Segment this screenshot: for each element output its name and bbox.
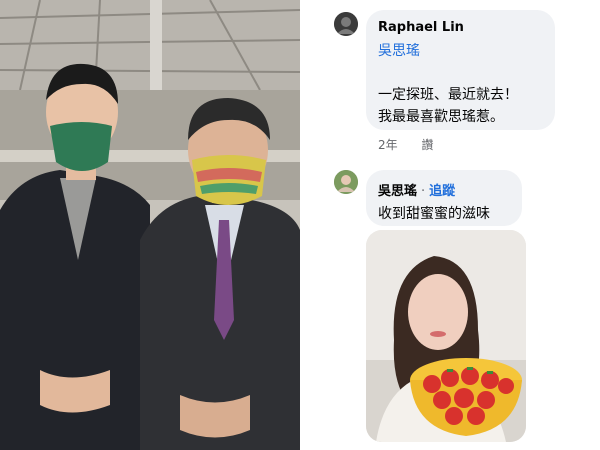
mention-tag[interactable]: 吳思瑤 — [378, 40, 420, 60]
comment-author[interactable]: Raphael Lin — [378, 20, 464, 35]
reply-author-avatar[interactable] — [334, 170, 358, 194]
raphael-lin-avatar[interactable] — [334, 12, 358, 36]
separator-dot: · — [421, 184, 426, 199]
reply-photo[interactable] — [366, 230, 526, 442]
comment-text-line1: 一定探班、最近就去！ — [378, 87, 518, 103]
reply-author[interactable]: 吳思瑤 — [378, 184, 417, 199]
comment-thread: Raphael Lin 吳思瑤 一定探班、最近就去！ 我最最喜歡思瑤惹。 2年 … — [300, 0, 600, 450]
reply-text: 收到甜蜜蜜的滋味 — [378, 206, 490, 222]
like-link[interactable]: 讚 — [421, 138, 433, 152]
follow-link[interactable]: 追蹤 — [429, 184, 455, 199]
comment-meta: 2年 讚 — [378, 136, 453, 153]
comment-text-line2: 我最最喜歡思瑤惹。 — [378, 109, 504, 125]
comment-timestamp[interactable]: 2年 — [378, 138, 398, 152]
reply-header: 吳思瑤 · 追蹤 — [378, 180, 455, 199]
two-men-photo — [0, 0, 300, 450]
